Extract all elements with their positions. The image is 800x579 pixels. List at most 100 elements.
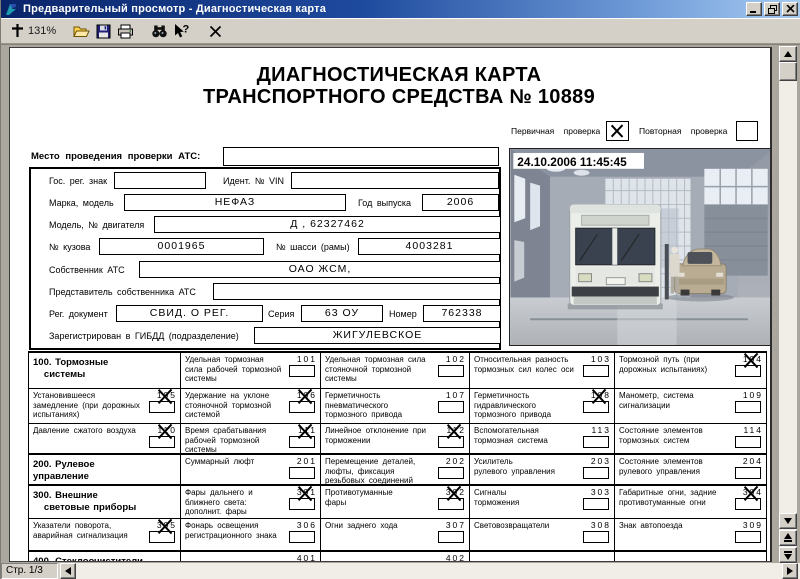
check-item-cell: Суммарный люфт201 [180,455,320,484]
vertical-scrollbar[interactable] [779,46,797,563]
minimize-button[interactable] [746,2,762,16]
item-code-block: 110 [145,425,175,448]
item-code-block: 303 [579,487,609,510]
close-button[interactable] [782,2,798,16]
find-button[interactable] [148,21,170,41]
prev-page-button[interactable] [779,530,797,546]
inspection-place-label: Место проведения проверки АТС: [31,151,200,162]
item-code: 306 [285,520,317,530]
check-item-cell [469,552,614,562]
restore-icon [768,5,777,14]
chassis-label: № шасси (рамы) [276,242,350,252]
table-row: 400. Стеклоочистители 401 402 [29,550,766,562]
vin-label: Идент. № VIN [223,176,284,186]
check-item-cell: Удельная тормозная сила рабочей тормозно… [180,353,320,388]
table-row: Установившееся замедление (при дорожных … [29,388,766,423]
item-code-block: 107 [434,390,464,413]
bus [570,204,661,305]
horizontal-scrollbar[interactable] [60,563,800,579]
field-row: Марка, модель НЕФАЗ Год выпуска 2006 [31,192,499,214]
check-item-cell: Тормозной путь (при дорожных испытаниях)… [614,353,766,388]
close-preview-button[interactable] [204,21,226,41]
arrow-up-icon [784,51,792,57]
item-code: 111 [285,425,317,435]
section-header-cell: 200. Рулевое управление [29,455,180,484]
result-box [438,401,464,413]
context-help-button[interactable]: ? [170,21,192,41]
check-item-cell: Перемещение деталей, люфты, фиксация рез… [320,455,469,484]
scroll-left-button[interactable] [60,563,76,579]
result-box [583,365,609,377]
item-code: 107 [434,390,466,400]
zoom-tool-button[interactable] [6,21,28,41]
item-code: 308 [579,520,611,530]
body-number-label: № кузова [49,242,90,252]
scroll-up-button[interactable] [779,46,797,62]
check-item-cell: Герметичность пневматического тормозного… [320,389,469,423]
cell-label [615,552,766,554]
result-box [735,467,761,479]
check-item-cell [614,552,766,562]
result-box [289,467,315,479]
brand-label: Марка, модель [49,198,114,208]
item-code-block: 202 [434,456,464,479]
item-code-block: 201 [285,456,315,479]
item-code: 302 [434,487,466,497]
item-code-block: 104 [731,354,761,377]
check-item-cell: Указатели поворота, аварийная сигнализац… [29,519,180,550]
check-item-cell: Фонарь освещения регистрационного знака3… [180,519,320,550]
item-code: 109 [731,390,763,400]
item-code-block: 306 [285,520,315,543]
cell-label: 400. Стеклоочистители [29,552,180,562]
check-item-cell: Усилитель рулевого управления203 [469,455,614,484]
scroll-right-button[interactable] [782,563,798,579]
check-item-cell: Линейное отклонение при торможении112 [320,424,469,453]
table-row: 100. Тормозные системыУдельная тормозная… [29,353,766,388]
check-item-cell: Световозвращатели308 [469,519,614,550]
result-box [289,531,315,543]
item-code: 401 [285,553,317,562]
app-window: Предварительный просмотр - Диагностическ… [0,0,800,579]
inspection-photo: 24.10.2006 11:45:45 [509,148,772,346]
result-box [735,436,761,448]
next-page-button[interactable] [779,547,797,563]
open-icon [73,24,90,39]
print-icon [117,24,134,39]
check-item-cell: Сигналы торможения303 [469,486,614,518]
toolbar: 131% [1,18,800,44]
result-box [735,531,761,543]
item-code-block: 307 [434,520,464,543]
engine-value: Д , 62327462 [154,216,501,233]
document-title-line1: ДИАГНОСТИЧЕСКАЯ КАРТА [28,64,770,86]
result-box [583,436,609,448]
table-row: Давление сжатого воздуха110Время срабаты… [29,423,766,453]
owner-value: ОАО ЖСМ, [139,261,501,278]
check-item-cell: Удельная тормозная сила стояночной тормо… [320,353,469,388]
item-code: 402 [434,553,466,562]
print-button[interactable] [114,21,136,41]
item-code-block: 402 [434,553,464,562]
check-item-cell: Относительная разность тормозных сил кол… [469,353,614,388]
check-item-cell: Манометр, система сигнализации109 [614,389,766,423]
vertical-scrollbar-thumb[interactable] [779,62,797,81]
check-item-cell: Установившееся замедление (при дорожных … [29,389,180,423]
item-code-block: 302 [434,487,464,510]
statusbar: Стр. 1/3 [1,563,800,579]
preview-area: ДИАГНОСТИЧЕСКАЯ КАРТА ТРАНСПОРТНОГО СРЕД… [1,44,800,563]
result-box [438,365,464,377]
app-logo-icon [4,2,19,17]
x-mark [610,123,625,139]
photo-timestamp: 24.10.2006 11:45:45 [517,155,627,169]
save-button[interactable] [92,21,114,41]
item-code: 105 [145,390,177,400]
inspection-place-value [223,147,499,166]
item-code-block: 109 [731,390,761,413]
restore-button[interactable] [764,2,780,16]
item-code: 101 [285,354,317,364]
item-code: 108 [579,390,611,400]
gos-reg-value [114,172,206,189]
result-box [149,531,175,543]
check-item-cell: Фары дальнего и ближнего света: дополнит… [180,486,320,518]
open-button[interactable] [70,21,92,41]
scroll-down-button[interactable] [779,513,797,529]
